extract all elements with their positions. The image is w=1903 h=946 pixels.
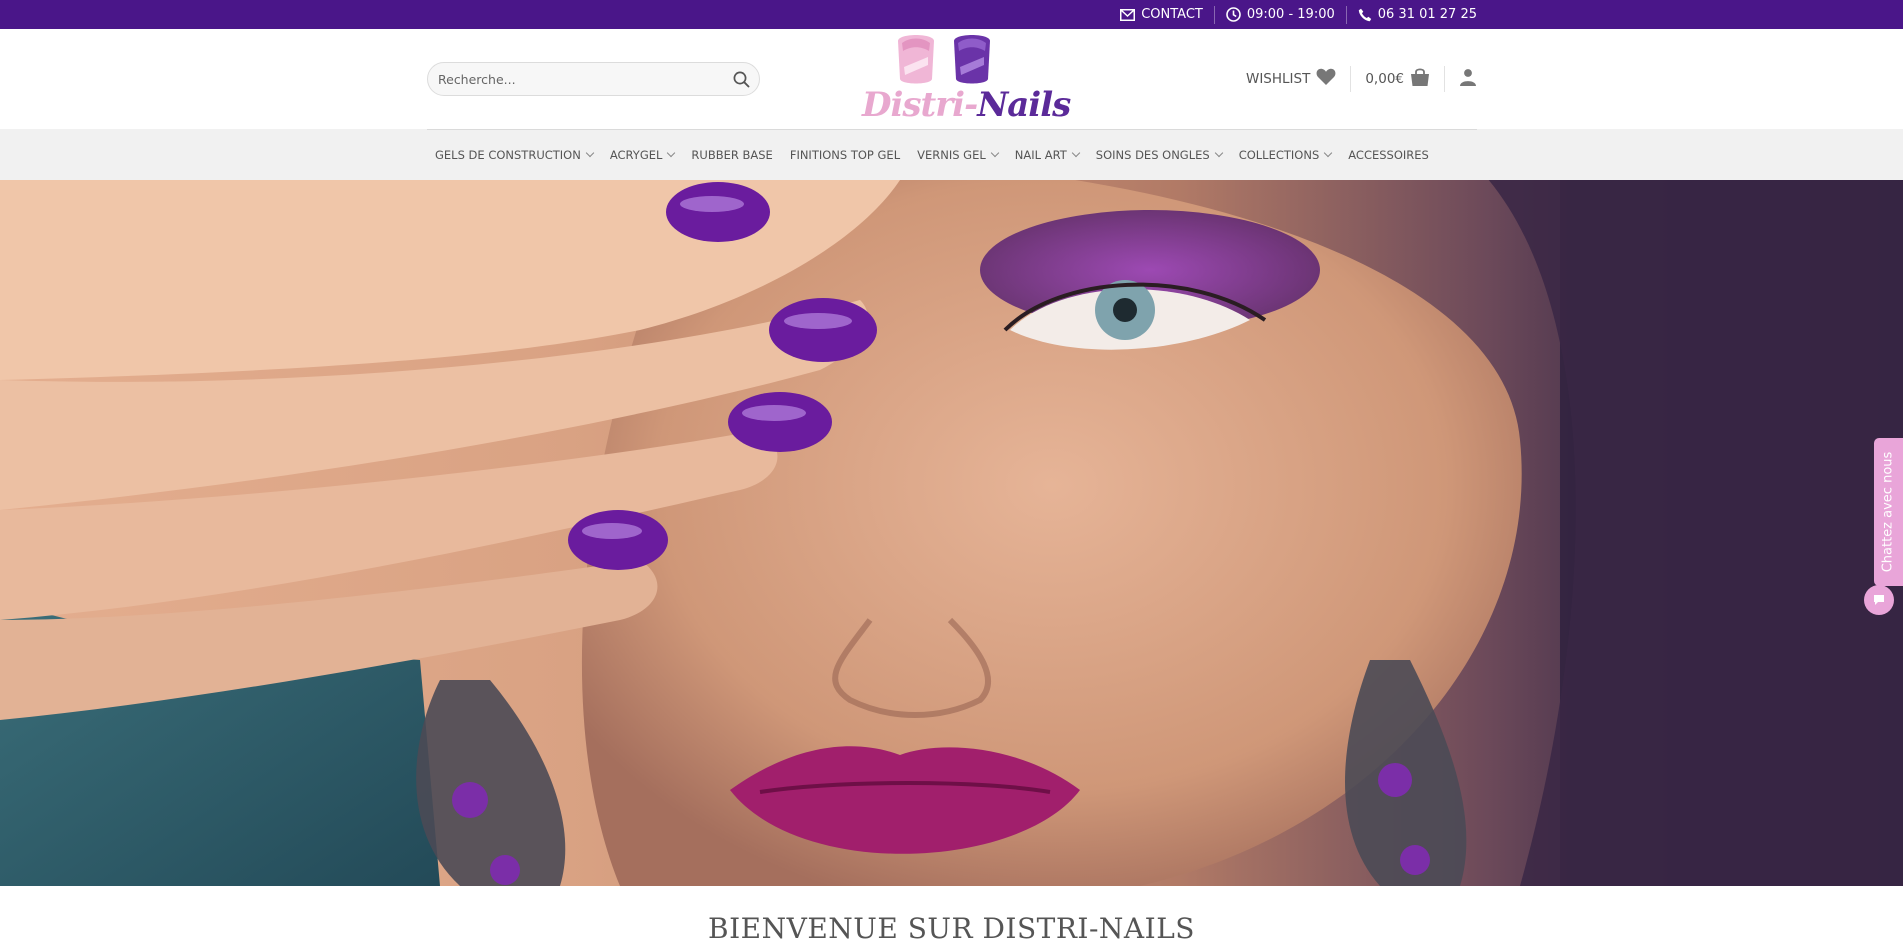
divider [1345, 5, 1347, 24]
nav-item-rubber-base[interactable]: RUBBER BASE [691, 148, 772, 162]
nav-item-gels-de-construction[interactable]: GELS DE CONSTRUCTION [435, 148, 595, 162]
chevron-down-icon [1071, 148, 1081, 157]
welcome-heading: BIENVENUE SUR DISTRI-NAILS [708, 912, 1195, 945]
phone-number: 06 31 01 27 25 [1377, 7, 1477, 22]
search-form [427, 62, 760, 96]
hero-illustration [0, 180, 1903, 886]
nav-item-accessoires[interactable]: ACCESSOIRES [1348, 148, 1429, 162]
cart-total: 0,00€ [1365, 71, 1404, 87]
purple-nail-icon [954, 35, 990, 84]
nav-item-nail-art[interactable]: NAIL ART [1015, 148, 1081, 162]
nav-item-collections[interactable]: COLLECTIONS [1239, 148, 1333, 162]
main-navigation: GELS DE CONSTRUCTION ACRYGEL RUBBER BASE… [0, 129, 1903, 180]
nav-item-vernis-gel[interactable]: VERNIS GEL [917, 148, 1000, 162]
phone-icon [1358, 8, 1372, 22]
shopping-bag-icon [1410, 67, 1430, 91]
hours-text: 09:00 - 19:00 [1246, 7, 1335, 22]
header-actions: WISHLIST 0,00€ [1246, 29, 1477, 129]
user-icon[interactable] [1459, 68, 1477, 90]
top-bar-contact-info: CONTACT 09:00 - 19:00 06 31 01 27 25 [1120, 0, 1477, 29]
cart-link[interactable]: 0,00€ [1365, 67, 1430, 91]
phone-link[interactable]: 06 31 01 27 25 [1358, 7, 1477, 22]
opening-hours: 09:00 - 19:00 [1226, 7, 1335, 22]
chevron-down-icon [585, 148, 595, 157]
pink-nail-icon [898, 35, 934, 84]
chevron-down-icon [1324, 148, 1333, 157]
nav-item-finitions-top-gel[interactable]: FINITIONS TOP GEL [790, 148, 900, 162]
envelope-icon [1120, 8, 1136, 21]
nav-item-soins-des-ongles[interactable]: SOINS DES ONGLES [1096, 148, 1223, 162]
logo-text: Distri-Nails [862, 85, 1071, 125]
nav-menu: GELS DE CONSTRUCTION ACRYGEL RUBBER BASE… [435, 129, 1446, 180]
hero-banner-image [0, 180, 1903, 886]
chat-widget-tab[interactable]: Chattez avec nous [1874, 438, 1903, 586]
chat-label: Chattez avec nous [1880, 451, 1896, 573]
contact-link[interactable]: CONTACT [1120, 7, 1203, 22]
chat-bubble-icon[interactable] [1864, 585, 1894, 615]
contact-label: CONTACT [1141, 7, 1203, 22]
search-icon[interactable] [733, 71, 750, 92]
clock-icon [1226, 7, 1241, 22]
divider [1350, 66, 1352, 92]
chevron-down-icon [667, 148, 676, 157]
top-bar: CONTACT 09:00 - 19:00 06 31 01 27 25 [0, 0, 1903, 29]
nav-item-acrygel[interactable]: ACRYGEL [610, 148, 676, 162]
chevron-down-icon [1214, 148, 1223, 157]
site-logo[interactable]: Distri-Nails [858, 29, 1071, 129]
search-input[interactable] [438, 63, 718, 95]
divider [1444, 66, 1445, 92]
heart-icon [1316, 68, 1336, 90]
chevron-down-icon [990, 148, 1000, 157]
wishlist-label: WISHLIST [1245, 71, 1311, 87]
divider [1213, 5, 1215, 24]
wishlist-link[interactable]: WISHLIST [1246, 68, 1336, 90]
